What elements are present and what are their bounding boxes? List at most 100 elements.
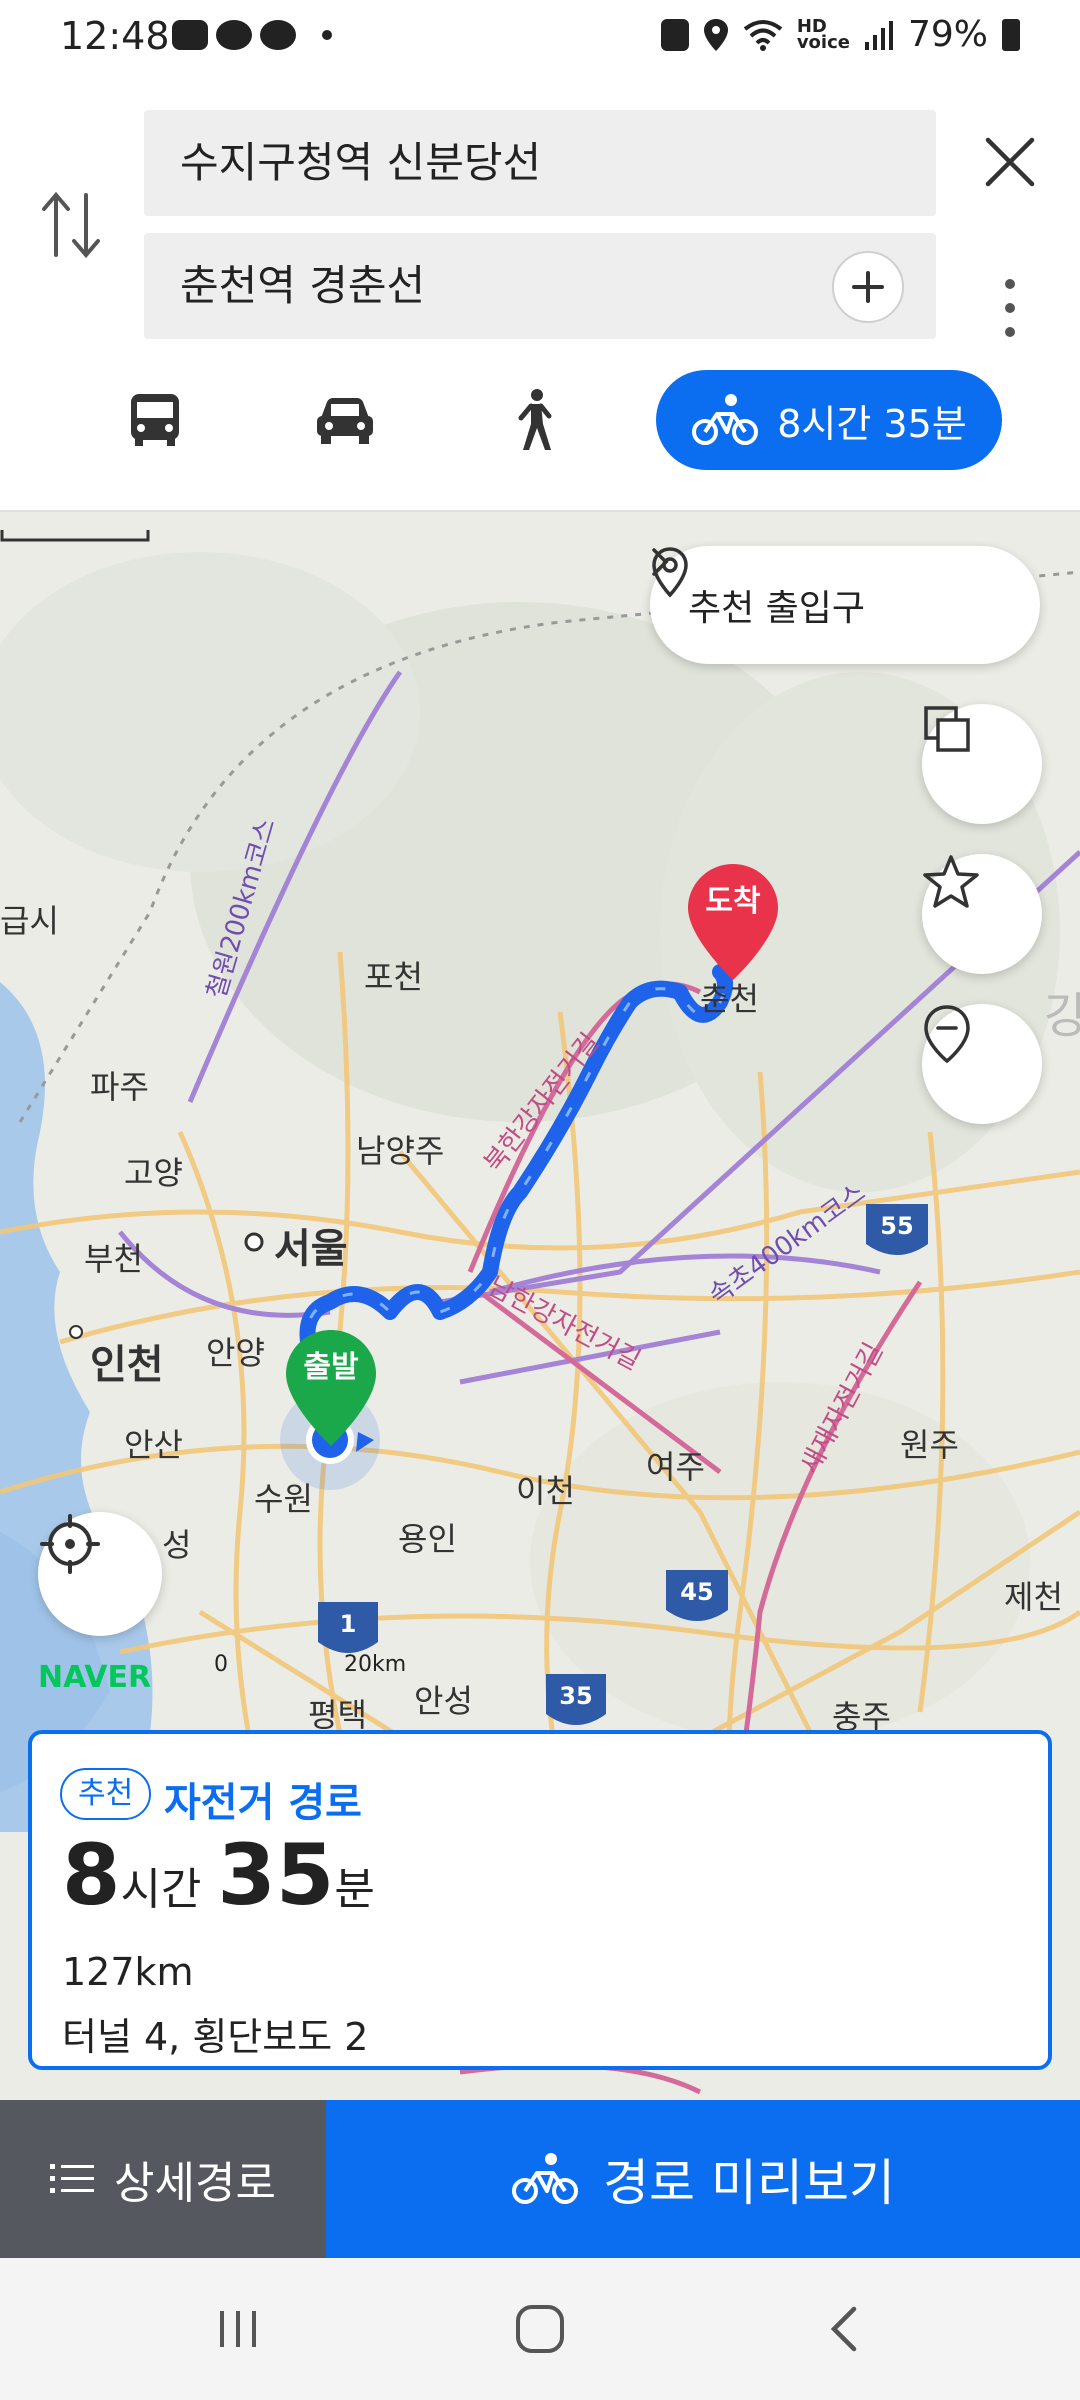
hw-35-label: 35 bbox=[559, 1682, 592, 1710]
map-label: 제천 bbox=[1004, 1578, 1063, 1616]
list-icon bbox=[50, 2164, 95, 2193]
dot-icon bbox=[322, 30, 332, 40]
origin-pin-label: 출발 bbox=[303, 1350, 359, 1385]
band-icon bbox=[260, 20, 296, 50]
route-preview-button[interactable]: 경로 미리보기 bbox=[326, 2100, 1080, 2258]
remove-waypoint-button[interactable] bbox=[922, 1004, 1042, 1124]
hw-1-label: 1 bbox=[340, 1610, 357, 1638]
signal-icon bbox=[864, 20, 893, 50]
origin-field[interactable]: 수지구청역 신분당선 bbox=[144, 110, 936, 216]
threads-icon bbox=[216, 20, 252, 50]
recents-button[interactable] bbox=[198, 2294, 278, 2364]
close-icon[interactable] bbox=[980, 132, 1040, 192]
car-icon bbox=[317, 398, 373, 444]
map-label: 포천 bbox=[364, 958, 423, 996]
origin-pin[interactable]: 출발 bbox=[284, 1328, 378, 1448]
location-icon bbox=[703, 18, 728, 51]
scale-end-label: 20km bbox=[344, 1652, 407, 1677]
location-minus-icon bbox=[924, 1005, 970, 1064]
route-preview-label: 경로 미리보기 bbox=[603, 2154, 895, 2212]
wifi-icon bbox=[743, 19, 783, 51]
detail-route-label: 상세경로 bbox=[114, 2158, 276, 2209]
map-label: 안성 bbox=[414, 1682, 473, 1720]
duration-minutes: 35 bbox=[217, 1826, 335, 1924]
tab-car[interactable] bbox=[290, 370, 400, 470]
map-label: 이천 bbox=[516, 1472, 575, 1510]
battery-icon bbox=[1002, 18, 1020, 51]
route-distance: 127km bbox=[62, 1950, 194, 1994]
recommend-entrance-chip[interactable]: 추천 출입구 bbox=[650, 546, 1040, 664]
current-location-button[interactable] bbox=[38, 1512, 162, 1636]
duration-hours: 8 bbox=[62, 1826, 121, 1924]
youtube-icon bbox=[172, 20, 208, 50]
destination-field[interactable]: 춘천역 경춘선 bbox=[144, 233, 936, 339]
recycle-icon bbox=[660, 18, 689, 51]
recommend-entrance-label: 추천 출입구 bbox=[688, 588, 866, 629]
home-icon bbox=[516, 2305, 564, 2353]
origin-text: 수지구청역 신분당선 bbox=[180, 138, 542, 187]
status-app-icons bbox=[172, 20, 332, 50]
more-options-icon[interactable] bbox=[1000, 268, 1020, 348]
recents-icon bbox=[220, 2311, 256, 2347]
map-label: 남양주 bbox=[356, 1132, 445, 1170]
bike-duration: 8시간 35분 bbox=[777, 401, 967, 446]
chevron-right-icon bbox=[652, 548, 669, 576]
tab-walk[interactable] bbox=[480, 370, 590, 470]
route-type-title: 자전거 경로 bbox=[164, 1780, 362, 1826]
recommended-badge: 추천 bbox=[60, 1768, 152, 1820]
walk-icon bbox=[518, 389, 552, 450]
map-label: 수원 bbox=[254, 1480, 313, 1518]
add-waypoint-button[interactable] bbox=[832, 251, 904, 323]
status-bar: 12:48 HD voice 79% bbox=[0, 0, 1080, 80]
destination-pin[interactable]: 도착 bbox=[686, 862, 780, 982]
status-right: HD voice 79% bbox=[660, 14, 1020, 55]
route-summary-card[interactable]: 추천 자전거 경로 8 시간 35 분 127km 터널 4, 횡단보도 2 bbox=[28, 1730, 1052, 2070]
destination-text: 춘천역 경춘선 bbox=[180, 261, 426, 310]
hw-45-label: 45 bbox=[680, 1578, 713, 1606]
map-label: 서울 bbox=[274, 1226, 348, 1272]
bicycle-icon bbox=[692, 394, 759, 445]
map-label: 여주 bbox=[646, 1448, 705, 1486]
favorite-button[interactable] bbox=[922, 854, 1042, 974]
bottom-action-bar: 상세경로 경로 미리보기 bbox=[0, 2100, 1080, 2258]
destination-pin-label: 도착 bbox=[705, 884, 761, 919]
back-button[interactable] bbox=[804, 2294, 884, 2364]
map-label: 파주 bbox=[90, 1068, 149, 1106]
tab-bike[interactable]: 8시간 35분 bbox=[656, 370, 1002, 470]
map-label: 급시 bbox=[0, 902, 59, 940]
detail-route-button[interactable]: 상세경로 bbox=[0, 2100, 326, 2258]
bicycle-icon bbox=[512, 2153, 579, 2204]
home-button[interactable] bbox=[500, 2294, 580, 2364]
map-label: 용인 bbox=[398, 1520, 457, 1558]
map-label: 강 bbox=[1044, 988, 1080, 1044]
route-search-header: 수지구청역 신분당선 춘천역 경춘선 8시간 35분 bbox=[0, 80, 1080, 512]
map-label: 인천 bbox=[90, 1342, 164, 1388]
scale-start-label: 0 bbox=[214, 1652, 228, 1677]
hw-55-label: 55 bbox=[880, 1212, 913, 1240]
swap-icon[interactable] bbox=[36, 185, 106, 265]
scale-bar bbox=[0, 530, 150, 542]
map-label: 안양 bbox=[206, 1334, 265, 1372]
map-label: 고양 bbox=[124, 1154, 183, 1192]
crosshair-icon bbox=[40, 1514, 100, 1574]
travel-mode-tabs: 8시간 35분 bbox=[0, 370, 1080, 470]
naver-logo: NAVER bbox=[38, 1660, 152, 1695]
bus-icon bbox=[131, 394, 179, 446]
route-details: 터널 4, 횡단보도 2 bbox=[62, 2015, 369, 2059]
layers-button[interactable] bbox=[922, 704, 1042, 824]
status-time: 12:48 bbox=[60, 14, 170, 58]
star-icon bbox=[923, 855, 979, 908]
battery-percent: 79% bbox=[907, 14, 988, 55]
layers-icon bbox=[924, 706, 970, 752]
hd-voice-icon: HD voice bbox=[796, 15, 850, 53]
duration-hours-unit: 시간 bbox=[120, 1864, 202, 1915]
map-label: 원주 bbox=[900, 1426, 959, 1464]
plus-icon bbox=[852, 271, 884, 303]
duration-minutes-unit: 분 bbox=[334, 1864, 375, 1915]
system-nav-bar bbox=[0, 2258, 1080, 2400]
map-label: 성 bbox=[162, 1526, 192, 1564]
map-label: 안산 bbox=[124, 1426, 183, 1464]
map-label: 부천 bbox=[84, 1240, 143, 1278]
tab-transit[interactable] bbox=[100, 370, 210, 470]
back-icon bbox=[830, 2306, 857, 2352]
